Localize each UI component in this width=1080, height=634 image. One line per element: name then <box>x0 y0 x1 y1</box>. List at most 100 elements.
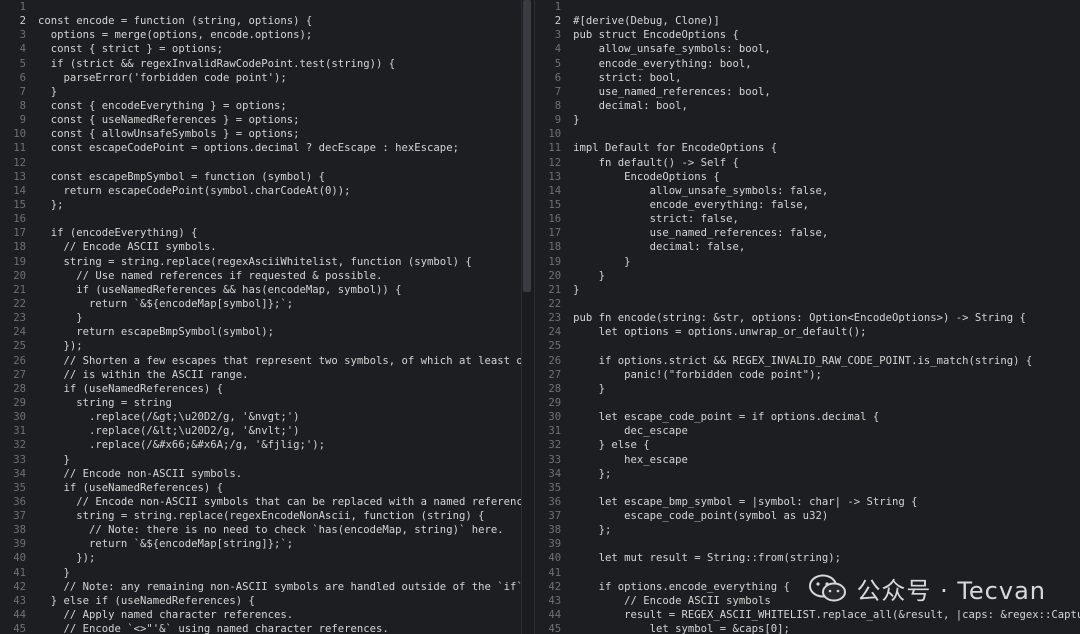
code-text[interactable]: .replace(/&#x66;&#x6A;/g, '&fjlig;'); <box>38 438 521 452</box>
code-line[interactable]: 21 if (useNamedReferences && has(encodeM… <box>0 283 521 297</box>
code-line[interactable]: 39 <box>535 537 1080 551</box>
code-line[interactable]: 23 pub fn encode(string: &str, options: O… <box>535 311 1080 325</box>
code-text[interactable]: }; <box>38 198 521 212</box>
code-text[interactable]: // Apply named character references. <box>38 608 521 622</box>
code-line[interactable]: 20 } <box>535 269 1080 283</box>
code-line[interactable]: 26 if options.strict && REGEX_INVALID_RA… <box>535 354 1080 368</box>
code-line[interactable]: 6 parseError('forbidden code point'); <box>0 71 521 85</box>
code-text[interactable]: hex_escape <box>573 453 1080 467</box>
code-text[interactable] <box>38 156 521 170</box>
code-text[interactable]: allow_unsafe_symbols: false, <box>573 184 1080 198</box>
code-line[interactable]: 22 return `&${encodeMap[symbol]};`; <box>0 297 521 311</box>
code-line[interactable]: 5 encode_everything: bool, <box>535 57 1080 71</box>
code-line[interactable]: 44 // Apply named character references. <box>0 608 521 622</box>
code-text[interactable] <box>573 481 1080 495</box>
code-line[interactable]: 4 allow_unsafe_symbols: bool, <box>535 42 1080 56</box>
code-text[interactable] <box>573 297 1080 311</box>
code-line[interactable]: 45 // Encode `<>"'&` using named charact… <box>0 622 521 634</box>
code-text[interactable]: let escape_code_point = if options.decim… <box>573 410 1080 424</box>
code-line[interactable]: 12 fn default() -> Self { <box>535 156 1080 170</box>
code-text[interactable]: if (useNamedReferences) { <box>38 382 521 396</box>
code-line[interactable]: 24 return escapeBmpSymbol(symbol); <box>0 325 521 339</box>
code-text[interactable]: escape_code_point(symbol as u32) <box>573 509 1080 523</box>
code-line[interactable]: 2 const encode = function (string, option… <box>0 14 521 28</box>
code-text[interactable]: const { useNamedReferences } = options; <box>38 113 521 127</box>
code-text[interactable]: const encode = function (string, options… <box>38 14 521 28</box>
code-line[interactable]: 40 let mut result = String::from(string)… <box>535 551 1080 565</box>
code-text[interactable]: return escapeCodePoint(symbol.charCodeAt… <box>38 184 521 198</box>
code-text[interactable]: return `&${encodeMap[string]};`; <box>38 537 521 551</box>
code-line[interactable]: 8 decimal: bool, <box>535 99 1080 113</box>
code-line[interactable]: 13 const escapeBmpSymbol = function (sym… <box>0 170 521 184</box>
code-line[interactable]: 32 .replace(/&#x66;&#x6A;/g, '&fjlig;'); <box>0 438 521 452</box>
code-text[interactable]: panic!("forbidden code point"); <box>573 368 1080 382</box>
code-line[interactable]: 4 const { strict } = options; <box>0 42 521 56</box>
code-line[interactable]: 15 }; <box>0 198 521 212</box>
code-text[interactable]: #[derive(Debug, Clone)] <box>573 14 1080 28</box>
code-line[interactable]: 34 }; <box>535 467 1080 481</box>
code-text[interactable] <box>573 0 1080 14</box>
code-line[interactable]: 29 <box>535 396 1080 410</box>
code-text[interactable]: // Note: any remaining non-ASCII symbols… <box>38 580 522 594</box>
code-line[interactable]: 41 } <box>0 566 521 580</box>
code-text[interactable]: options = merge(options, encode.options)… <box>38 28 521 42</box>
code-line[interactable]: 18 decimal: false, <box>535 240 1080 254</box>
code-line[interactable]: 30 let escape_code_point = if options.de… <box>535 410 1080 424</box>
code-text[interactable]: } <box>38 566 521 580</box>
code-text[interactable]: // Shorten a few escapes that represent … <box>38 354 522 368</box>
code-text[interactable]: if (useNamedReferences && has(encodeMap,… <box>38 283 521 297</box>
code-text[interactable]: } <box>38 85 521 99</box>
code-text[interactable]: fn default() -> Self { <box>573 156 1080 170</box>
code-line[interactable]: 16 strict: false, <box>535 212 1080 226</box>
code-line[interactable]: 39 return `&${encodeMap[string]};`; <box>0 537 521 551</box>
code-text[interactable]: parseError('forbidden code point'); <box>38 71 521 85</box>
code-text[interactable]: let options = options.unwrap_or_default(… <box>573 325 1080 339</box>
code-line[interactable]: 42 // Note: any remaining non-ASCII symb… <box>0 580 521 594</box>
code-line[interactable]: 44 result = REGEX_ASCII_WHITELIST.replac… <box>535 608 1080 622</box>
code-text[interactable]: }; <box>573 523 1080 537</box>
code-text[interactable]: encode_everything: bool, <box>573 57 1080 71</box>
code-text[interactable]: const { strict } = options; <box>38 42 521 56</box>
code-text[interactable]: } <box>573 255 1080 269</box>
code-text[interactable]: const { allowUnsafeSymbols } = options; <box>38 127 521 141</box>
code-line[interactable]: 35 <box>535 481 1080 495</box>
code-line[interactable]: 36 // Encode non-ASCII symbols that can … <box>0 495 521 509</box>
code-text[interactable] <box>38 0 521 14</box>
code-text[interactable]: use_named_references: bool, <box>573 85 1080 99</box>
code-line[interactable]: 20 // Use named references if requested … <box>0 269 521 283</box>
code-line[interactable]: 26 // Shorten a few escapes that represe… <box>0 354 521 368</box>
code-line[interactable]: 17 if (encodeEverything) { <box>0 226 521 240</box>
code-text[interactable]: }; <box>573 467 1080 481</box>
code-line[interactable]: 25 }); <box>0 339 521 353</box>
code-text[interactable] <box>38 212 521 226</box>
code-text[interactable]: pub fn encode(string: &str, options: Opt… <box>573 311 1080 325</box>
code-text[interactable]: strict: bool, <box>573 71 1080 85</box>
code-text[interactable]: } else { <box>573 438 1080 452</box>
code-text[interactable] <box>573 339 1080 353</box>
code-text[interactable]: if (useNamedReferences) { <box>38 481 521 495</box>
code-line[interactable]: 9 const { useNamedReferences } = options… <box>0 113 521 127</box>
code-text[interactable]: } <box>573 269 1080 283</box>
code-text[interactable]: decimal: false, <box>573 240 1080 254</box>
code-line[interactable]: 5 if (strict && regexInvalidRawCodePoint… <box>0 57 521 71</box>
code-text[interactable]: const escapeCodePoint = options.decimal … <box>38 141 521 155</box>
code-text[interactable]: // Use named references if requested & p… <box>38 269 521 283</box>
code-text[interactable]: // Note: there is no need to check `has(… <box>38 523 521 537</box>
code-line[interactable]: 3 pub struct EncodeOptions { <box>535 28 1080 42</box>
code-line[interactable]: 38 }; <box>535 523 1080 537</box>
code-text[interactable]: dec_escape <box>573 424 1080 438</box>
code-line[interactable]: 14 return escapeCodePoint(symbol.charCod… <box>0 184 521 198</box>
code-text[interactable]: let escape_bmp_symbol = |symbol: char| -… <box>573 495 1080 509</box>
code-text[interactable]: } <box>38 311 521 325</box>
code-line[interactable]: 11 const escapeCodePoint = options.decim… <box>0 141 521 155</box>
code-text[interactable]: // Encode ASCII symbols. <box>38 240 521 254</box>
editor-pane-right[interactable]: 1 2 #[derive(Debug, Clone)] 3 pub struct Enc… <box>535 0 1080 634</box>
code-line[interactable]: 13 EncodeOptions { <box>535 170 1080 184</box>
code-line[interactable]: 16 <box>0 212 521 226</box>
code-line[interactable]: 31 dec_escape <box>535 424 1080 438</box>
code-line[interactable]: 32 } else { <box>535 438 1080 452</box>
code-line[interactable]: 24 let options = options.unwrap_or_defau… <box>535 325 1080 339</box>
code-text[interactable]: return escapeBmpSymbol(symbol); <box>38 325 521 339</box>
code-text[interactable]: if options.strict && REGEX_INVALID_RAW_C… <box>573 354 1080 368</box>
code-line[interactable]: 3 options = merge(options, encode.option… <box>0 28 521 42</box>
